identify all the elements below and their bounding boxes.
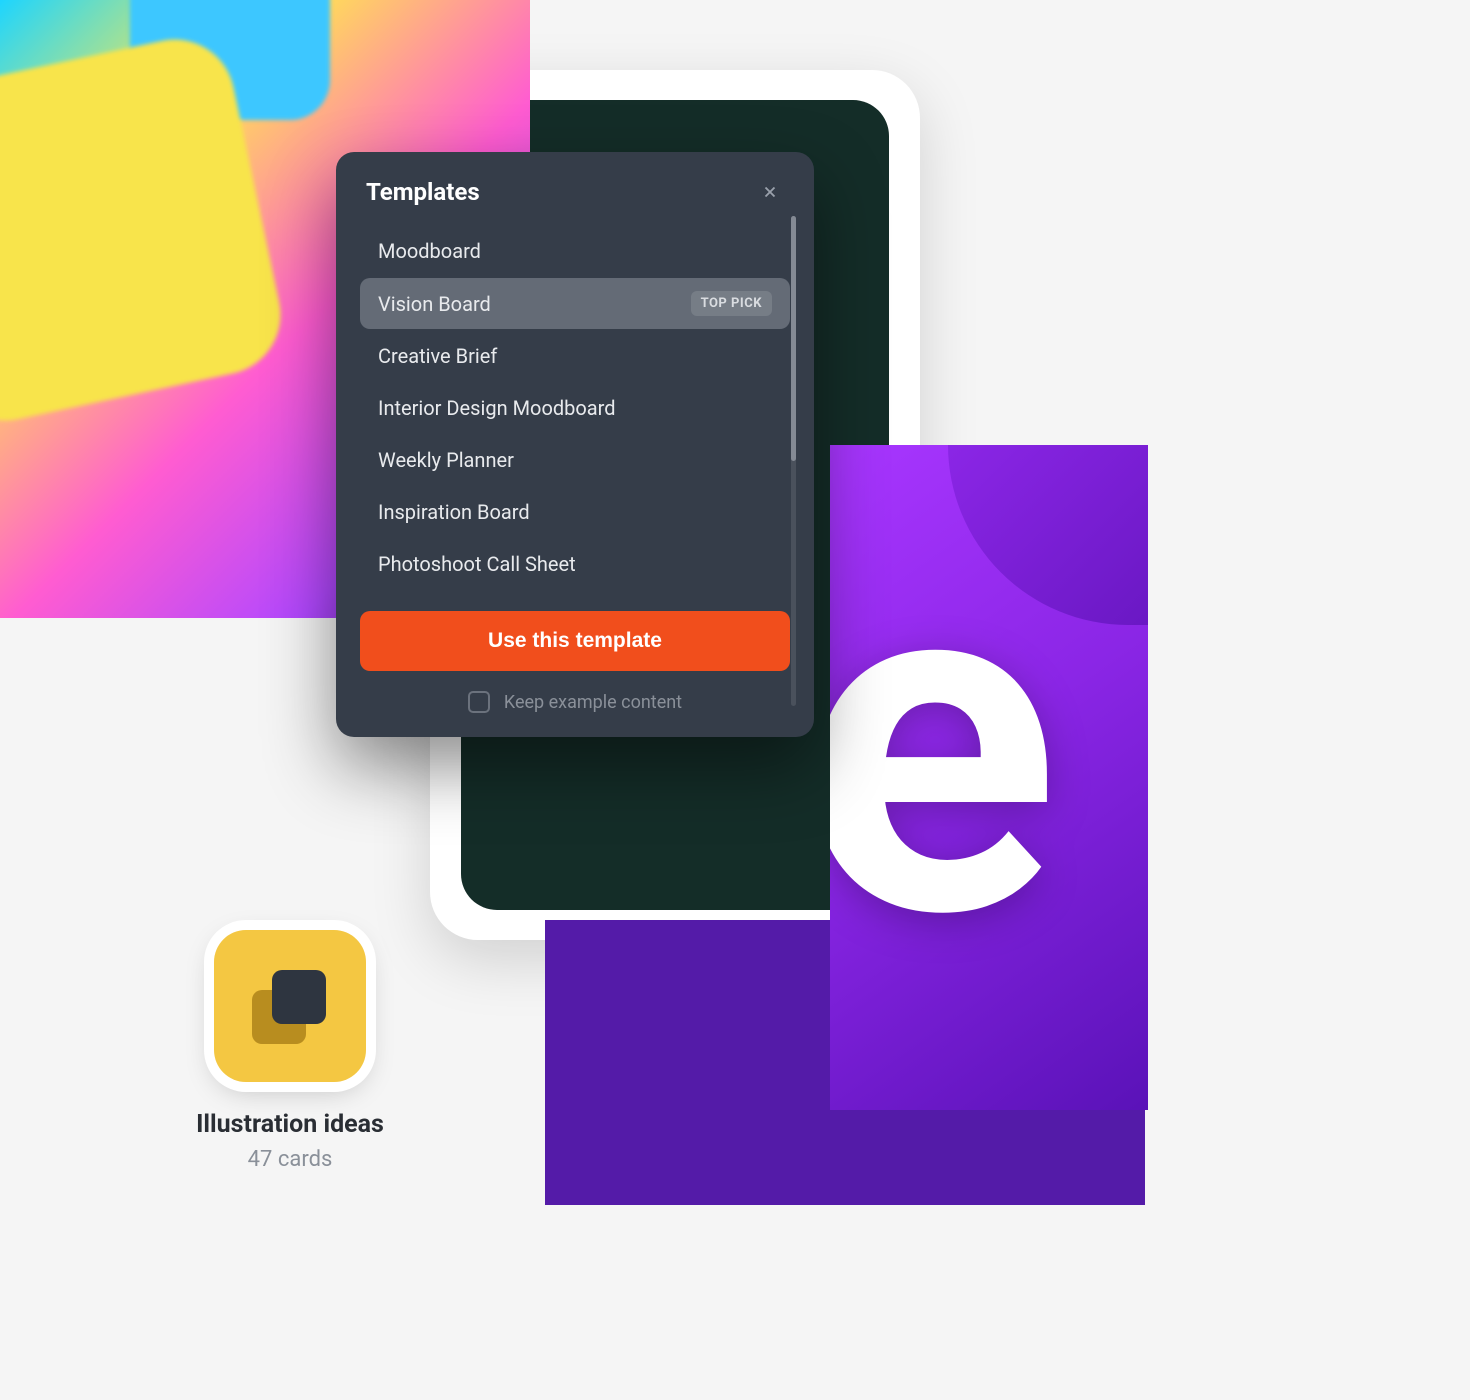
template-label: Moodboard <box>378 239 481 263</box>
keep-example-label: Keep example content <box>504 692 682 713</box>
template-item-inspiration-board[interactable]: Inspiration Board <box>360 487 790 537</box>
scrollbar-track[interactable] <box>791 216 796 706</box>
stack-squares-icon <box>214 930 366 1082</box>
template-label: Vision Board <box>378 292 491 316</box>
template-item-weekly-planner[interactable]: Weekly Planner <box>360 435 790 485</box>
close-icon[interactable] <box>756 178 784 206</box>
folder-widget[interactable]: Illustration ideas 47 cards <box>135 930 445 1172</box>
template-label: Photoshoot Call Sheet <box>378 552 576 576</box>
keep-example-checkbox[interactable] <box>468 691 490 713</box>
modal-title: Templates <box>366 178 480 206</box>
use-template-button[interactable]: Use this template <box>360 611 790 671</box>
template-item-moodboard[interactable]: Moodboard <box>360 226 790 276</box>
purple-e-logo-card: e <box>830 445 1148 1110</box>
folder-card-count: 47 cards <box>135 1147 445 1172</box>
scrollbar-thumb[interactable] <box>791 216 796 461</box>
template-list: Moodboard Vision Board TOP PICK Creative… <box>360 226 790 589</box>
templates-modal: Templates Moodboard Vision Board TOP PIC… <box>336 152 814 737</box>
template-label: Weekly Planner <box>378 448 514 472</box>
folder-title: Illustration ideas <box>135 1110 445 1139</box>
top-pick-badge: TOP PICK <box>691 291 772 316</box>
template-item-vision-board[interactable]: Vision Board TOP PICK <box>360 278 790 329</box>
template-label: Creative Brief <box>378 344 497 368</box>
template-item-photoshoot-call-sheet[interactable]: Photoshoot Call Sheet <box>360 539 790 589</box>
template-label: Interior Design Moodboard <box>378 396 616 420</box>
template-item-interior-design-moodboard[interactable]: Interior Design Moodboard <box>360 383 790 433</box>
template-item-creative-brief[interactable]: Creative Brief <box>360 331 790 381</box>
template-label: Inspiration Board <box>378 500 530 524</box>
